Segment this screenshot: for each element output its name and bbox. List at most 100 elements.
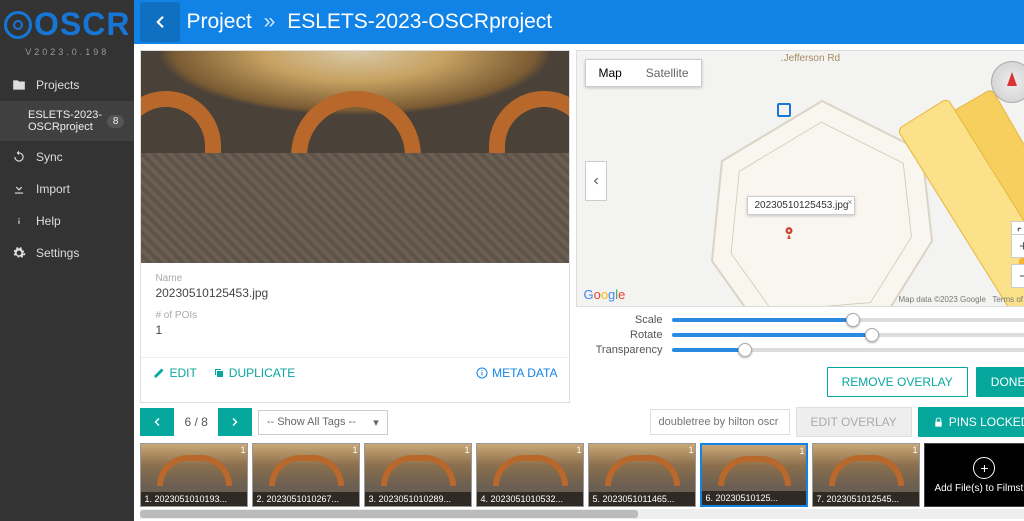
image-pois: 1 [155,323,555,337]
thumb-caption: 4. 2023051010532... [477,492,583,506]
logo-block: OSCR V2023.0.198 [0,0,134,59]
transparency-label: Transparency [586,344,662,356]
nav-import-label: Import [36,182,70,196]
nav-settings-label: Settings [36,246,79,260]
map-terms[interactable]: Terms of Use [992,295,1024,304]
thumb-3[interactable]: 1 3. 2023051010289... [364,443,472,507]
duplicate-label: DUPLICATE [229,366,295,380]
main: Project » ESLETS-2023-OSCRproject Name 2… [134,0,1024,521]
thumb-caption: 6. 20230510125... [702,491,806,505]
map-collapse-button[interactable] [585,161,607,201]
pin-tooltip: 20230510125453.jpg × [747,196,855,215]
topbar: Project » ESLETS-2023-OSCRproject [134,0,1024,44]
thumb-caption: 3. 2023051010289... [365,492,471,506]
add-files-button[interactable]: + Add File(s) to Filmstrip [924,443,1024,507]
overlay-toggle-icon[interactable] [777,103,791,117]
pin-tooltip-close[interactable]: × [847,197,852,207]
image-pois-label: # of POIs [155,310,555,321]
info-circle-icon [476,367,488,379]
filmstrip: 11. 2023051010193... 12. 2023051010267..… [140,443,1024,507]
thumb-count: 1 [240,445,245,455]
nav-project-badge: 8 [107,115,125,128]
nav-active-project-label: ESLETS-2023-OSCRproject [28,109,107,133]
thumb-1[interactable]: 1 1. 2023051010193... [140,443,248,507]
pencil-icon [153,367,165,379]
tag-select[interactable]: -- Show All Tags -- ▾ [258,410,388,435]
map-canvas[interactable]: Map Satellite .Jefferson Rd [576,50,1024,307]
sync-icon [12,150,26,164]
transparency-slider[interactable] [672,348,1024,352]
pano-viewer[interactable] [141,51,569,263]
folder-icon [12,78,26,92]
thumb-4[interactable]: 1 4. 2023051010532... [476,443,584,507]
tab-map[interactable]: Map [586,60,633,86]
map-pin[interactable] [782,226,796,240]
bottom-bar: 6 / 8 -- Show All Tags --▾ EDIT OVERLAY … [134,403,1024,521]
thumb-caption: 5. 2023051011465... [589,492,695,506]
overlay-actions: REMOVE OVERLAY DONE [576,361,1024,403]
pager-next[interactable] [218,408,252,436]
tab-satellite[interactable]: Satellite [634,60,701,86]
thumb-count: 1 [799,446,804,456]
rotate-label: Rotate [586,329,662,341]
remove-overlay-button[interactable]: REMOVE OVERLAY [827,367,968,397]
image-name-label: Name [155,273,555,284]
pin-icon [782,226,796,240]
nav-import[interactable]: Import [0,173,134,205]
scale-slider[interactable] [672,318,1024,322]
breadcrumb: Project » ESLETS-2023-OSCRproject [186,10,552,34]
download-icon [12,182,26,196]
nav-sync[interactable]: Sync [0,141,134,173]
thumb-caption: 1. 2023051010193... [141,492,247,506]
tag-select-value: -- Show All Tags -- [267,416,356,428]
thumb-7[interactable]: 1 7. 2023051012545... [812,443,920,507]
edit-overlay-button[interactable]: EDIT OVERLAY [796,407,912,437]
nav-active-project[interactable]: ESLETS-2023-OSCRproject 8 [0,101,134,141]
pins-locked-button[interactable]: PINS LOCKED [918,407,1024,437]
compass[interactable] [991,61,1024,103]
thumb-6[interactable]: 1 6. 20230510125... [700,443,808,507]
thumb-count: 1 [576,445,581,455]
filmstrip-scrollbar[interactable] [140,509,1024,519]
google-logo: Google [583,287,625,302]
image-meta: Name 20230510125453.jpg # of POIs 1 [141,263,569,357]
thumb-caption: 2. 2023051010267... [253,492,359,506]
zoom-in-button[interactable]: + [1011,234,1024,258]
nav: Projects ESLETS-2023-OSCRproject 8 Sync … [0,69,134,269]
location-input[interactable] [650,409,790,435]
image-name: 20230510125453.jpg [155,286,555,300]
nav-help-label: Help [36,214,61,228]
zoom-out-button[interactable]: − [1011,264,1024,288]
pager-prev[interactable] [140,408,174,436]
nav-settings[interactable]: Settings [0,237,134,269]
pins-locked-label: PINS LOCKED [949,415,1024,429]
thumb-caption: 7. 2023051012545... [813,492,919,506]
thumb-5[interactable]: 1 5. 2023051011465... [588,443,696,507]
pager-position: 6 / 8 [180,415,211,429]
caret-down-icon: ▾ [373,416,379,429]
add-files-label: Add File(s) to Filmstrip [934,483,1024,494]
pin-tooltip-text: 20230510125453.jpg [754,200,848,211]
thumb-count: 1 [912,445,917,455]
thumb-2[interactable]: 12. 2023051010267... [252,443,360,507]
map-type-tabs: Map Satellite [585,59,701,87]
breadcrumb-root[interactable]: Project [186,10,251,33]
thumb-count: 1 [688,445,693,455]
thumb-count: 1 [464,445,469,455]
nav-help[interactable]: Help [0,205,134,237]
chevron-left-icon [591,176,601,186]
overlay-sliders: Scale Rotate Transparency [576,307,1024,361]
map-attribution: Map data ©2023 Google Terms of Use [899,295,1024,304]
done-button[interactable]: DONE [976,367,1024,397]
duplicate-button[interactable]: DUPLICATE [213,366,295,380]
rotate-slider[interactable] [672,333,1024,337]
back-button[interactable] [140,2,180,42]
nav-sync-label: Sync [36,150,63,164]
image-panel: Name 20230510125453.jpg # of POIs 1 EDIT… [140,50,570,403]
nav-projects[interactable]: Projects [0,69,134,101]
copy-icon [213,367,225,379]
pager-row: 6 / 8 -- Show All Tags --▾ EDIT OVERLAY … [140,407,1024,437]
map-panel: Map Satellite .Jefferson Rd [576,50,1024,403]
edit-button[interactable]: EDIT [153,366,196,380]
metadata-button[interactable]: META DATA [476,366,557,380]
